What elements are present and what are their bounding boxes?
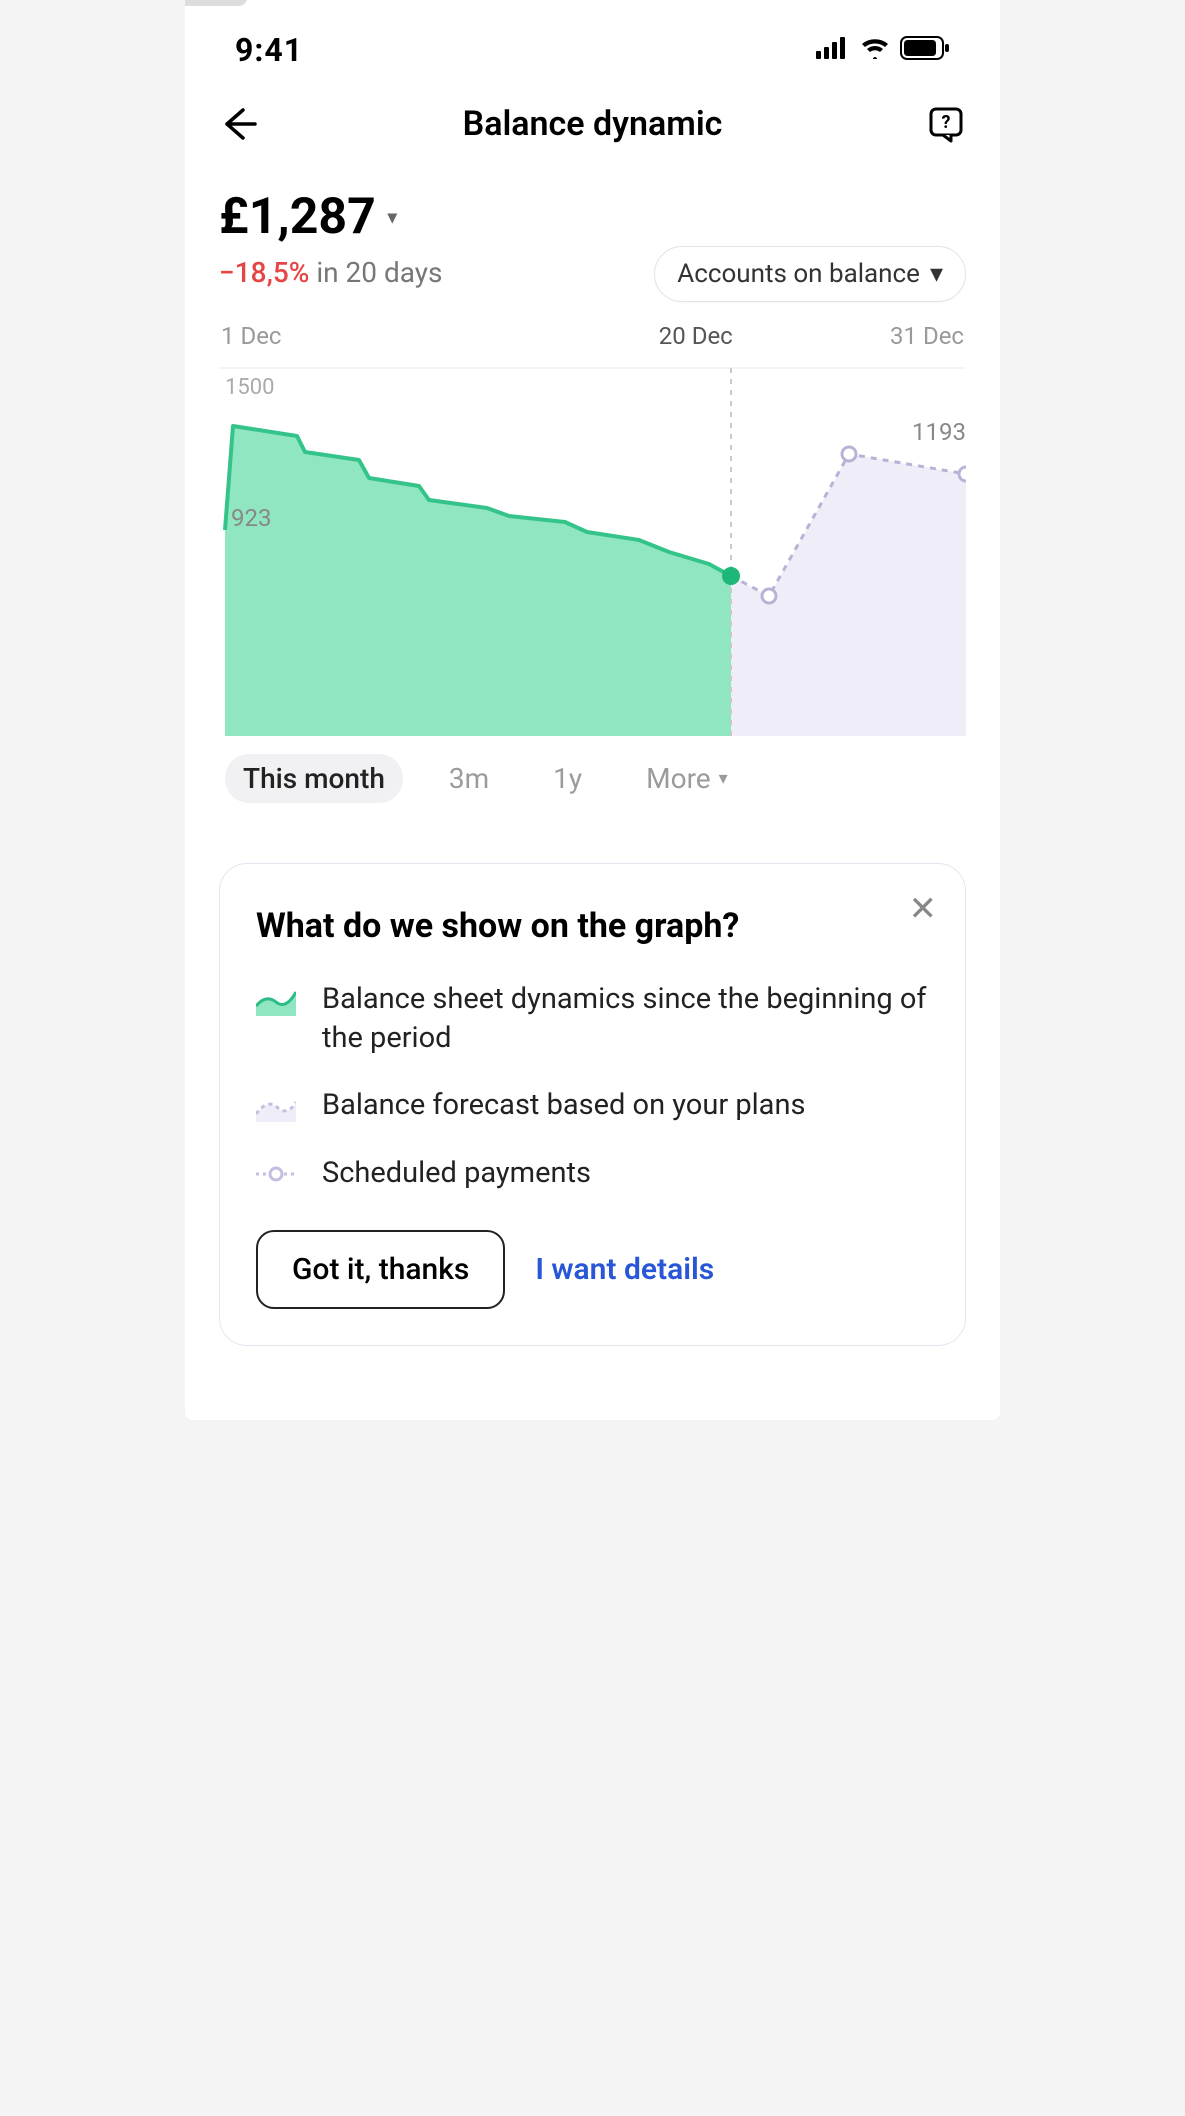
legend-row-forecast: Balance forecast based on your plans xyxy=(256,1086,929,1126)
balance-row: £1,287 ▾ xyxy=(185,168,1000,246)
card-actions: Got it, thanks I want details xyxy=(256,1230,929,1309)
legend-actual-text: Balance sheet dynamics since the beginni… xyxy=(322,980,929,1058)
status-time: 9:41 xyxy=(235,31,303,69)
accounts-chip-label: Accounts on balance xyxy=(677,259,920,289)
range-1y[interactable]: 1y xyxy=(535,754,600,803)
app-screen: 9:41 Balance dynamic ? £1,287 ▾ xyxy=(185,0,1000,1420)
notch-pill xyxy=(185,0,247,6)
i-want-details-link[interactable]: I want details xyxy=(535,1252,714,1287)
chevron-down-icon: ▾ xyxy=(930,259,943,289)
balance-amount-value: £1,287 xyxy=(219,188,376,246)
balance-change-pct: −18,5% xyxy=(219,256,309,289)
legend-forecast-text: Balance forecast based on your plans xyxy=(322,1086,805,1125)
chart-date-end: 31 Dec xyxy=(890,322,964,350)
chart-date-current: 20 Dec xyxy=(659,322,733,350)
chart-forecast-end-label: 1193 xyxy=(912,418,966,446)
help-button[interactable]: ? xyxy=(922,100,970,148)
chart-y-tick-top: 1500 xyxy=(225,375,274,400)
chart-date-start: 1 Dec xyxy=(221,322,281,350)
battery-icon xyxy=(900,36,950,64)
legend-forecast-icon xyxy=(256,1086,296,1126)
balance-chart[interactable]: 1500 0 923 1193 xyxy=(219,356,966,736)
chart-date-axis: 1 Dec 20 Dec 31 Dec xyxy=(219,322,966,350)
chart-start-value-label: 923 xyxy=(231,504,271,532)
range-3m[interactable]: 3m xyxy=(431,754,507,803)
nav-header: Balance dynamic ? xyxy=(185,80,1000,168)
range-this-month[interactable]: This month xyxy=(225,754,403,803)
range-tabs: This month 3m 1y More ▾ xyxy=(185,740,1000,833)
legend-row-actual: Balance sheet dynamics since the beginni… xyxy=(256,980,929,1058)
page-title: Balance dynamic xyxy=(463,104,723,144)
close-button[interactable]: ✕ xyxy=(909,892,938,926)
chevron-down-icon: ▾ xyxy=(388,207,397,228)
status-indicators xyxy=(816,36,950,64)
chevron-down-icon: ▾ xyxy=(719,768,728,789)
legend-actual-icon xyxy=(256,980,296,1020)
legend-scheduled-icon xyxy=(256,1154,296,1194)
svg-text:?: ? xyxy=(942,112,951,133)
wifi-icon xyxy=(860,37,890,63)
range-more-label: More xyxy=(646,762,711,795)
back-button[interactable] xyxy=(215,100,263,148)
got-it-button[interactable]: Got it, thanks xyxy=(256,1230,505,1309)
chart-container: 1 Dec 20 Dec 31 Dec 1500 0 xyxy=(185,302,1000,740)
range-more-dropdown[interactable]: More ▾ xyxy=(628,754,746,803)
legend-row-scheduled: Scheduled payments xyxy=(256,1154,929,1194)
status-bar: 9:41 xyxy=(185,0,1000,80)
balance-amount-dropdown[interactable]: £1,287 ▾ xyxy=(219,188,397,246)
accounts-on-balance-dropdown[interactable]: Accounts on balance ▾ xyxy=(654,246,966,302)
signal-icon xyxy=(816,37,850,63)
legend-scheduled-text: Scheduled payments xyxy=(322,1154,591,1193)
balance-change: −18,5% in 20 days xyxy=(185,250,476,299)
balance-change-period: in 20 days xyxy=(316,256,442,289)
graph-explainer-card: ✕ What do we show on the graph? Balance … xyxy=(219,863,966,1346)
card-title: What do we show on the graph? xyxy=(256,906,929,946)
